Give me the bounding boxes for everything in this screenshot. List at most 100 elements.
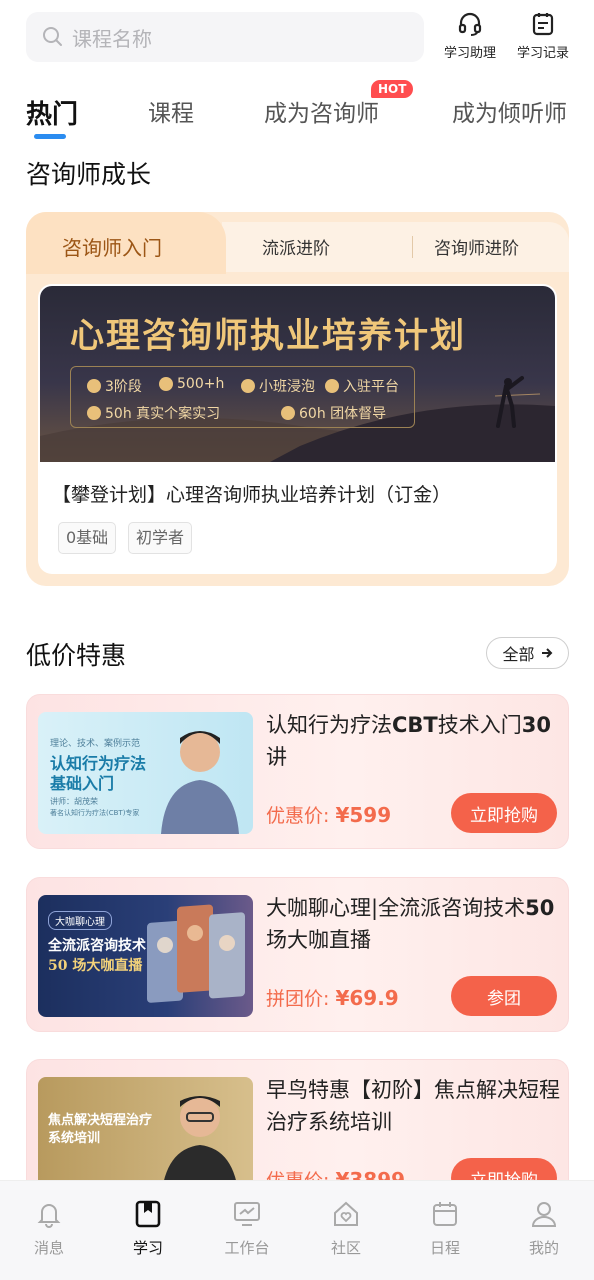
growth-tab-counselor-advanced[interactable]: 咨询师进阶 bbox=[434, 234, 519, 259]
clock-icon bbox=[159, 377, 173, 391]
promo-thumbnail-live: 大咖聊心理 全流派咨询技术 50 场大咖直播 bbox=[38, 895, 253, 1017]
promo-cbt-title-part3: 技术入门 bbox=[437, 713, 522, 737]
learning-assistant-label: 学习助理 bbox=[443, 46, 496, 61]
tag-beginner-zero: 0基础 bbox=[58, 522, 117, 554]
tag-beginner: 初学者 bbox=[128, 522, 193, 554]
user-icon bbox=[531, 1202, 557, 1227]
banner-feature-hours: 500+h bbox=[159, 376, 224, 392]
badge-icon bbox=[281, 406, 295, 420]
view-all-button[interactable]: 全部 bbox=[486, 637, 569, 669]
tab-courses[interactable]: 课程 bbox=[148, 94, 194, 128]
low-price-section-title: 低价特惠 bbox=[26, 641, 127, 670]
nav-learning-label: 学习 bbox=[132, 1239, 163, 1257]
nav-workbench-label: 工作台 bbox=[224, 1239, 270, 1257]
join-group-button[interactable]: 参团 bbox=[451, 976, 557, 1016]
stages-icon bbox=[87, 379, 101, 393]
learning-record-label: 学习记录 bbox=[516, 46, 569, 61]
thumb-sfbt-title1: 焦点解决短程治疗 bbox=[48, 1113, 153, 1128]
nav-community[interactable]: 社区 bbox=[306, 1199, 386, 1258]
promo-sfbt-title: 早鸟特惠【初阶】焦点解决短程治疗系统培训 bbox=[266, 1078, 560, 1134]
search-input[interactable]: 课程名称 bbox=[26, 12, 424, 62]
nav-profile-label: 我的 bbox=[528, 1239, 559, 1257]
nav-workbench[interactable]: 工作台 bbox=[207, 1199, 287, 1258]
hot-badge: HOT bbox=[371, 80, 414, 98]
nav-schedule[interactable]: 日程 bbox=[405, 1199, 485, 1258]
thumb-sfbt-title2: 系统培训 bbox=[48, 1131, 101, 1146]
promo-cbt-title-part5: 讲 bbox=[266, 745, 287, 769]
banner-feature-supervision-label: 60h 团体督导 bbox=[299, 406, 387, 422]
banner-feature-practice-label: 50h 真实个案实习 bbox=[105, 406, 221, 422]
thumb-cbt-lecturer-desc: 著名认知行为疗法(CBT)专家 bbox=[50, 809, 140, 817]
promo-cbt-price-value: ¥599 bbox=[335, 803, 392, 827]
nav-profile[interactable]: 我的 bbox=[504, 1199, 584, 1258]
thumb-cbt-lecturer: 讲师：胡茂荣 bbox=[50, 797, 98, 806]
tab-hot[interactable]: 热门 bbox=[26, 94, 78, 131]
bottom-navigation: 消息 学习 工作台 社区 日程 我的 bbox=[0, 1180, 594, 1280]
calendar-icon bbox=[433, 1202, 457, 1226]
view-all-label: 全部 bbox=[502, 645, 535, 664]
nav-learning[interactable]: 学习 bbox=[108, 1199, 188, 1258]
monitor-icon bbox=[234, 1202, 260, 1226]
arrow-right-icon bbox=[541, 648, 552, 658]
person-icon bbox=[87, 406, 101, 420]
growth-tab-intro[interactable]: 咨询师入门 bbox=[62, 232, 162, 261]
bell-icon bbox=[37, 1204, 61, 1228]
nav-messages[interactable]: 消息 bbox=[9, 1199, 89, 1258]
promo-cbt-price: 优惠价: ¥599 bbox=[266, 801, 391, 828]
headset-icon bbox=[458, 12, 482, 36]
nav-schedule-label: 日程 bbox=[429, 1239, 460, 1257]
tab-become-listener[interactable]: 成为倾听师 bbox=[452, 94, 567, 128]
top-bar: 课程名称 学习助理 学习记录 bbox=[0, 0, 594, 80]
featured-course-title: 【攀登计划】心理咨询师执业培养计划（订金） bbox=[52, 484, 452, 506]
promo-cbt-price-label: 优惠价: bbox=[266, 805, 330, 827]
banner-title: 心理咨询师执业培养计划 bbox=[70, 316, 466, 356]
banner-feature-small-class-label: 小班浸泡 bbox=[259, 379, 315, 395]
buy-now-button-cbt[interactable]: 立即抢购 bbox=[451, 793, 557, 833]
banner-feature-hours-label: 500+h bbox=[177, 376, 225, 392]
promo-live-price-label: 拼团价: bbox=[266, 988, 330, 1010]
banner-feature-stages: 3阶段 bbox=[87, 376, 142, 396]
tab-become-counselor[interactable]: 成为咨询师 bbox=[264, 94, 379, 128]
promo-cbt-title-part4: 30 bbox=[521, 713, 551, 737]
home-heart-icon bbox=[334, 1201, 358, 1226]
banner-feature-platform: 入驻平台 bbox=[325, 376, 399, 396]
course-banner: 心理咨询师执业培养计划 3阶段 500+h 小班浸泡 入驻平台 50h 真实个案… bbox=[40, 286, 555, 462]
nav-messages-label: 消息 bbox=[33, 1239, 64, 1257]
growth-card: 咨询师入门 流派进阶 咨询师进阶 心理咨询师执业培养计划 3阶段 500+h 小… bbox=[26, 212, 569, 586]
promo-live-title: 大咖聊心理|全流派咨询技术50 场大咖直播 bbox=[266, 892, 562, 956]
thumb-cbt-tagline: 理论、技术、案例示范 bbox=[50, 739, 141, 749]
growth-tab-school-advanced[interactable]: 流派进阶 bbox=[262, 234, 330, 259]
thumb-live-title1: 全流派咨询技术 bbox=[48, 938, 146, 954]
search-icon bbox=[43, 27, 62, 46]
growth-tab-divider bbox=[412, 236, 413, 258]
active-tab-indicator bbox=[34, 134, 66, 139]
nav-community-label: 社区 bbox=[330, 1239, 361, 1257]
banner-feature-stages-label: 3阶段 bbox=[105, 379, 142, 395]
silhouette-figure-icon bbox=[496, 376, 524, 428]
speaker-photos bbox=[147, 904, 245, 1003]
featured-course-card[interactable]: 心理咨询师执业培养计划 3阶段 500+h 小班浸泡 入驻平台 50h 真实个案… bbox=[38, 284, 557, 574]
platform-icon bbox=[325, 379, 339, 393]
banner-feature-box: 3阶段 500+h 小班浸泡 入驻平台 50h 真实个案实习 60h 团体督导 bbox=[70, 366, 415, 428]
promo-cbt-title: 认知行为疗法CBT技术入门30 讲 bbox=[266, 709, 562, 773]
group-icon bbox=[241, 379, 255, 393]
category-tabs: 热门 课程 成为咨询师 成为倾听师 bbox=[0, 90, 594, 146]
promo-live-price-value: ¥69.9 bbox=[335, 986, 399, 1010]
learning-record-button[interactable]: 学习记录 bbox=[503, 10, 583, 61]
promo-card-live[interactable]: 大咖聊心理 全流派咨询技术 50 场大咖直播 大咖聊心理|全流派咨询技术50 场大… bbox=[26, 877, 569, 1032]
learning-assistant-button[interactable]: 学习助理 bbox=[430, 10, 510, 61]
search-placeholder: 课程名称 bbox=[72, 26, 152, 51]
growth-tabs: 咨询师入门 流派进阶 咨询师进阶 bbox=[26, 212, 569, 274]
promo-live-title-part1: 大咖聊心理|全流派咨询技术 bbox=[266, 896, 526, 920]
promo-live-title-part2: 50 bbox=[525, 896, 555, 920]
lecturer-portrait bbox=[161, 731, 239, 834]
banner-feature-supervision: 60h 团体督导 bbox=[281, 403, 386, 423]
promo-cbt-title-part2: CBT bbox=[392, 713, 438, 737]
promo-cbt-title-part1: 认知行为疗法 bbox=[266, 713, 392, 737]
promo-live-title-part3: 场大咖直播 bbox=[266, 928, 371, 952]
promo-card-cbt[interactable]: 理论、技术、案例示范 认知行为疗法 基础入门 讲师：胡茂荣 著名认知行为疗法(C… bbox=[26, 694, 569, 849]
promo-thumbnail-cbt: 理论、技术、案例示范 认知行为疗法 基础入门 讲师：胡茂荣 著名认知行为疗法(C… bbox=[38, 712, 253, 834]
banner-feature-practice: 50h 真实个案实习 bbox=[87, 403, 220, 423]
banner-feature-small-class: 小班浸泡 bbox=[241, 376, 315, 396]
banner-feature-platform-label: 入驻平台 bbox=[343, 379, 399, 395]
